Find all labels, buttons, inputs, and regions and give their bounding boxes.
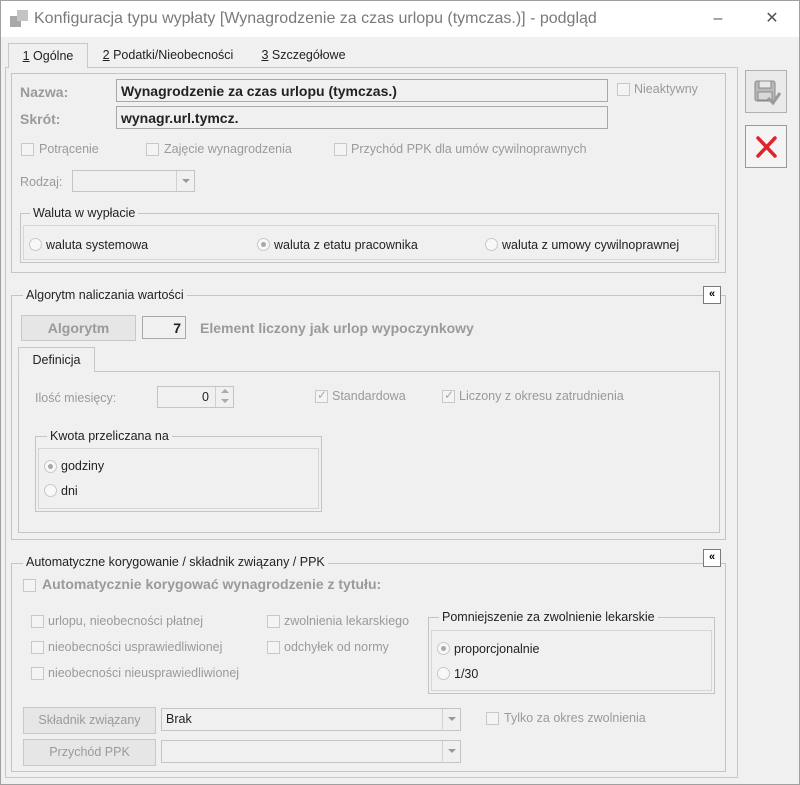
type-label: Rodzaj: [20,175,63,189]
auto-correct-label: Automatycznie korygować wynagrodzenie z … [42,576,382,592]
months-label: Ilość miesięcy: [35,391,117,405]
auto-correct-checkbox[interactable] [23,579,36,592]
title-bar: Konfiguracja typu wypłaty [Wynagrodzenie… [1,1,799,37]
save-icon [754,80,782,106]
close-window-button[interactable]: ✕ [759,7,785,31]
employee-currency-label: waluta z etatu pracownika [274,238,418,252]
radio-employee-currency[interactable] [257,238,270,251]
chevron-down-icon [176,171,194,191]
short-name-label: Skrót: [20,111,61,127]
ppk-income-button[interactable]: Przychód PPK [23,739,156,766]
sick-leave-label: zwolnienia lekarskiego [284,614,410,628]
employment-period-checkbox[interactable] [442,388,455,403]
chevron-down-icon [442,709,460,729]
justified-absence-label: nieobecności usprawiedliwionej [48,640,223,654]
deduction-label: Potrącenie [39,142,99,156]
justified-absence-checkbox[interactable] [31,641,44,654]
one-thirtieth-label: 1/30 [454,667,479,681]
tab-definicja[interactable]: Definicja [18,347,95,372]
tab-ogolne[interactable]: 1 Ogólne [8,43,88,68]
type-combo[interactable] [72,170,195,192]
spinner-arrows-icon[interactable] [215,387,233,407]
reduction-group-title: Pomniejszenie za zwolnienie lekarskie [439,610,658,624]
garnishment-checkbox[interactable] [146,143,159,156]
currency-group-title: Waluta w wypłacie [30,206,139,220]
algorithm-number: 7 [142,316,186,339]
tab-szczegolowe[interactable]: 3 Szczegółowe [251,43,356,68]
radio-contract-currency[interactable] [485,238,498,251]
algorithm-button[interactable]: Algorytm [21,315,136,341]
standard-label: Standardowa [332,389,406,403]
hours-label: godziny [61,459,105,473]
only-sick-period-checkbox[interactable] [486,712,499,725]
radio-proportional[interactable] [437,642,450,655]
related-component-button[interactable]: Składnik związany [23,707,156,734]
algorithm-collapse-button[interactable]: « [703,286,721,304]
contract-currency-label: waluta z umowy cywilnoprawnej [502,238,680,252]
ppk-income-combo[interactable] [161,740,461,763]
inactive-label: Nieaktywny [634,82,698,96]
name-label: Nazwa: [20,84,69,100]
standard-checkbox[interactable] [315,388,328,403]
window-title: Konfiguracja typu wypłaty [Wynagrodzenie… [34,10,597,27]
employment-period-label: Liczony z okresu zatrudnienia [459,389,624,403]
related-component-combo[interactable]: Brak [161,708,461,731]
algorithm-description: Element liczony jak urlop wypoczynkowy [200,320,474,336]
radio-hours[interactable] [44,460,57,473]
leave-label: urlopu, nieobecności płatnej [48,614,203,628]
radio-1-30[interactable] [437,667,450,680]
name-field[interactable]: Wynagrodzenie za czas urlopu (tymczas.) [116,79,608,102]
short-name-field[interactable]: wynagr.url.tymcz. [116,106,608,129]
only-sick-period-label: Tylko za okres zwolnienia [504,711,646,725]
unjustified-absence-label: nieobecności nieusprawiedliwionej [48,666,240,680]
tab-podatki[interactable]: 2 Podatki/Nieobecności [93,43,243,68]
norm-deviation-checkbox[interactable] [267,641,280,654]
save-button[interactable] [745,70,787,113]
chevron-down-icon [442,741,460,761]
ppk-income-label: Przychód PPK dla umów cywilnoprawnych [351,142,587,156]
correction-section-title: Automatyczne korygowanie / składnik zwią… [23,555,328,569]
leave-checkbox[interactable] [31,615,44,628]
proportional-label: proporcjonalnie [454,642,540,656]
unjustified-absence-checkbox[interactable] [31,667,44,680]
system-currency-label: waluta systemowa [46,238,149,252]
dialog-window: Konfiguracja typu wypłaty [Wynagrodzenie… [0,0,800,785]
days-label: dni [61,484,78,498]
correction-collapse-button[interactable]: « [703,549,721,567]
cancel-x-icon [756,136,777,158]
ppk-income-checkbox[interactable] [334,143,347,156]
algorithm-section-title: Algorytm naliczania wartości [23,288,187,302]
norm-deviation-label: odchyłek od normy [284,640,389,654]
deduction-checkbox[interactable] [21,143,34,156]
garnishment-label: Zajęcie wynagrodzenia [164,142,292,156]
minimize-button[interactable]: – [705,7,731,31]
radio-days[interactable] [44,484,57,497]
inactive-checkbox[interactable] [617,83,630,96]
app-icon [10,10,28,28]
cancel-button[interactable] [745,125,787,168]
sick-leave-checkbox[interactable] [267,615,280,628]
amount-group-title: Kwota przeliczana na [47,429,172,443]
radio-system-currency[interactable] [29,238,42,251]
months-spinner[interactable]: 0 [157,386,234,408]
